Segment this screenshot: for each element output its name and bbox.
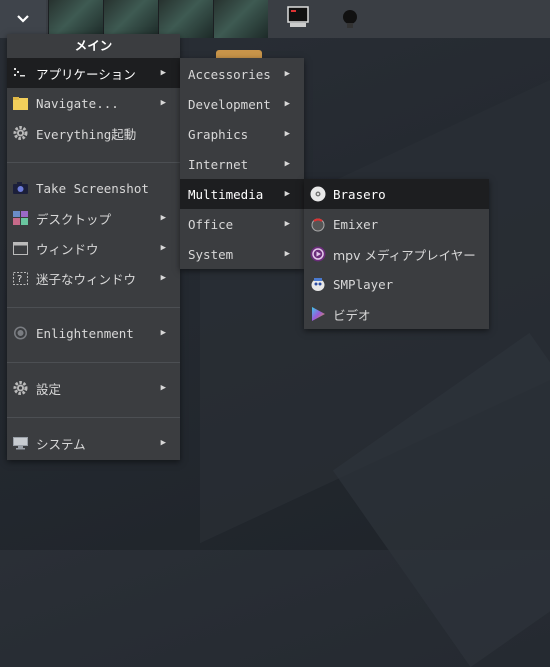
enlightenment-icon (14, 326, 27, 340)
menu-item-lost-windows[interactable]: ? 迷子なウィンドウ ▶ (7, 263, 180, 293)
menu-item-label: Graphics (188, 126, 249, 142)
menu-separator (7, 417, 180, 418)
submenu-item-accessories[interactable]: Accessories ▶ (180, 59, 304, 89)
menu-item-label: Brasero (333, 186, 386, 202)
app-item-emixer[interactable]: Emixer (304, 209, 489, 239)
pager-desk-1[interactable] (48, 0, 103, 38)
app-item-video[interactable]: ビデオ (304, 299, 489, 329)
app-item-smplayer[interactable]: SMPlayer (304, 269, 489, 299)
top-shelf (0, 0, 550, 38)
chevron-right-icon: ▶ (160, 98, 166, 108)
submenu-item-office[interactable]: Office ▶ (180, 209, 304, 239)
chevron-right-icon: ▶ (160, 383, 166, 393)
chevron-right-icon: ▶ (284, 159, 290, 169)
menu-item-label: アプリケーション (36, 66, 136, 82)
video-play-icon (312, 307, 325, 321)
chevron-right-icon: ▶ (284, 189, 290, 199)
menu-item-applications[interactable]: アプリケーション ▶ (7, 58, 180, 88)
menu-item-label: Navigate... (36, 95, 119, 111)
submenu-item-internet[interactable]: Internet ▶ (180, 149, 304, 179)
submenu-item-multimedia[interactable]: Multimedia ▶ (180, 179, 304, 209)
chevron-right-icon: ▶ (160, 273, 166, 283)
menu-separator (7, 307, 180, 308)
chevron-right-icon: ▶ (160, 243, 166, 253)
menu-item-navigate[interactable]: Navigate... ▶ (7, 88, 180, 118)
start-menu-button[interactable] (0, 0, 46, 38)
chevron-down-icon (17, 15, 29, 23)
smplayer-icon (311, 278, 325, 291)
submenu-item-graphics[interactable]: Graphics ▶ (180, 119, 304, 149)
terminal-app-icon[interactable] (287, 6, 309, 28)
menu-separator (7, 362, 180, 363)
menu-item-label: Emixer (333, 216, 379, 232)
chevron-right-icon: ▶ (160, 328, 166, 338)
menu-item-desktop[interactable]: デスクトップ ▶ (7, 203, 180, 233)
submenu-item-system[interactable]: System ▶ (180, 239, 304, 269)
settings-gear-icon (13, 381, 28, 395)
app-item-brasero[interactable]: Brasero (304, 179, 489, 209)
pager-desk-3[interactable] (158, 0, 213, 38)
menu-item-label: Enlightenment (36, 325, 134, 341)
mpv-player-icon (310, 246, 326, 262)
computer-icon (13, 437, 28, 450)
pager-desk-2[interactable] (103, 0, 158, 38)
menu-item-enlightenment[interactable]: Enlightenment ▶ (7, 318, 180, 348)
submenu-item-development[interactable]: Development ▶ (180, 89, 304, 119)
terminal-dots-icon (14, 68, 25, 77)
menu-item-label: Office (188, 216, 234, 232)
chevron-right-icon: ▶ (160, 438, 166, 448)
menu-item-label: Take Screenshot (36, 180, 149, 196)
camera-icon (13, 182, 28, 194)
menu-item-label: 迷子なウィンドウ (36, 271, 137, 287)
menu-item-everything[interactable]: Everything起動 (7, 118, 180, 148)
window-icon (13, 242, 28, 255)
lightbulb-icon[interactable] (340, 8, 360, 30)
menu-item-label: Development (188, 96, 271, 112)
disc-icon (310, 186, 326, 202)
chevron-right-icon: ▶ (284, 129, 290, 139)
menu-item-label: System (188, 246, 234, 262)
app-item-mpv[interactable]: mpv メディアプレイヤー (304, 239, 489, 269)
main-menu: メイン アプリケーション ▶ Navigate... ▶ Everything起… (7, 34, 180, 460)
chevron-right-icon: ▶ (284, 99, 290, 109)
multimedia-submenu: Brasero Emixer mpv メディアプレイヤー SMPlayer ビデ… (304, 179, 489, 329)
applications-submenu: Accessories ▶ Development ▶ Graphics ▶ I… (180, 58, 304, 269)
svg-text:?: ? (17, 274, 22, 285)
menu-item-system[interactable]: システム ▶ (7, 428, 180, 458)
menu-item-label: SMPlayer (333, 276, 394, 292)
menu-item-window[interactable]: ウィンドウ ▶ (7, 233, 180, 263)
menu-item-label: 設定 (36, 381, 62, 397)
gear-icon (13, 126, 28, 140)
chevron-right-icon: ▶ (284, 69, 290, 79)
menu-item-label: ビデオ (333, 307, 371, 323)
menu-item-label: システム (36, 436, 86, 452)
chevron-right-icon: ▶ (160, 68, 166, 78)
menu-item-label: mpv メディアプレイヤー (333, 247, 476, 263)
menu-item-label: Everything起動 (36, 126, 137, 142)
lost-window-icon: ? (13, 272, 28, 285)
chevron-right-icon: ▶ (284, 219, 290, 229)
chevron-right-icon: ▶ (160, 213, 166, 223)
menu-item-label: ウィンドウ (36, 241, 99, 257)
mixer-knob-icon (311, 218, 325, 232)
pager-desk-4[interactable] (213, 0, 268, 38)
menu-item-settings[interactable]: 設定 ▶ (7, 373, 180, 403)
menu-item-label: デスクトップ (36, 211, 112, 227)
desktop-grid-icon (13, 211, 28, 225)
menu-item-label: Multimedia (188, 186, 264, 202)
menu-item-take-screenshot[interactable]: Take Screenshot (7, 173, 180, 203)
menu-title: メイン (74, 38, 113, 53)
folder-icon (13, 97, 28, 110)
chevron-right-icon: ▶ (284, 249, 290, 259)
menu-item-label: Internet (188, 156, 249, 172)
menu-separator (7, 162, 180, 163)
menu-item-label: Accessories (188, 66, 271, 82)
